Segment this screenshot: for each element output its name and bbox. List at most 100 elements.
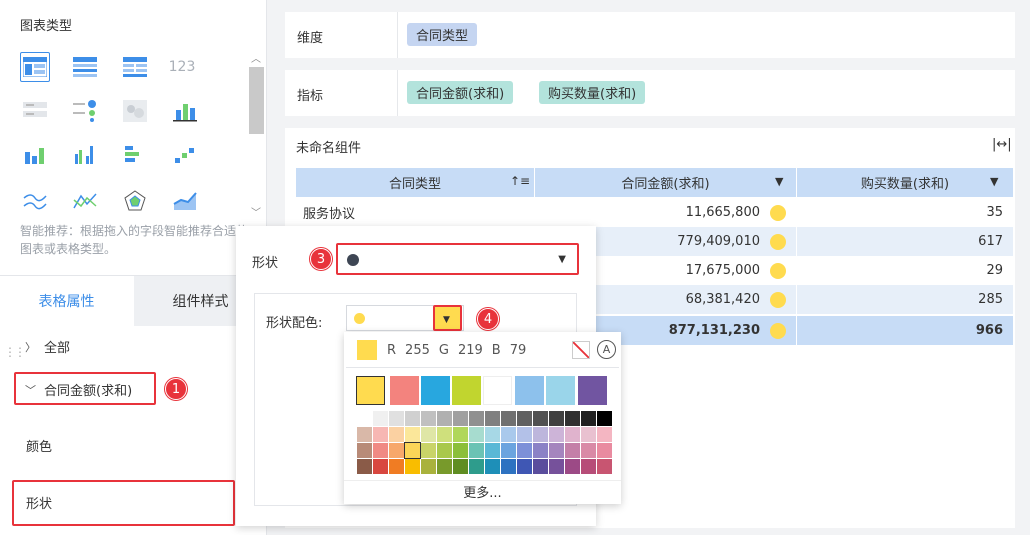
palette-cell[interactable] — [565, 443, 580, 458]
palette-cell[interactable] — [501, 427, 516, 442]
palette-cell[interactable] — [469, 411, 484, 426]
swatch-sky[interactable] — [546, 376, 575, 405]
palette-cell[interactable] — [533, 443, 548, 458]
palette-cell[interactable] — [565, 427, 580, 442]
palette-cell[interactable] — [485, 411, 500, 426]
radar-chart-icon[interactable] — [120, 186, 150, 216]
palette-cell[interactable] — [597, 459, 612, 474]
palette-cell[interactable] — [485, 459, 500, 474]
multi-line-icon[interactable] — [70, 186, 100, 216]
palette-cell[interactable] — [533, 411, 548, 426]
palette-cell[interactable] — [437, 459, 452, 474]
palette-cell[interactable] — [373, 459, 388, 474]
color-palette-grid[interactable] — [357, 411, 613, 474]
palette-cell[interactable] — [405, 411, 420, 426]
palette-cell[interactable] — [389, 459, 404, 474]
palette-cell[interactable] — [565, 411, 580, 426]
swatch-purple[interactable] — [578, 376, 607, 405]
drag-handle-icon[interactable]: ⋮⋮ — [4, 345, 26, 359]
detail-table-icon[interactable] — [120, 52, 150, 82]
grouped-table-icon[interactable] — [70, 52, 100, 82]
tree-item-all[interactable]: 〉 全部 — [25, 337, 70, 357]
palette-cell[interactable] — [453, 459, 468, 474]
blue-value-input[interactable]: 79 — [507, 343, 530, 358]
palette-cell[interactable] — [373, 411, 388, 426]
dropdown-arrow-icon[interactable]: ▼ — [775, 175, 783, 188]
palette-cell[interactable] — [453, 443, 468, 458]
palette-cell[interactable] — [421, 411, 436, 426]
palette-cell[interactable] — [501, 459, 516, 474]
palette-cell[interactable] — [549, 459, 564, 474]
auto-color-icon[interactable]: A — [597, 340, 616, 359]
swatch-light-blue[interactable] — [515, 376, 544, 405]
indicator-pill-quantity[interactable]: 购买数量(求和) — [539, 81, 646, 104]
swatch-white[interactable] — [483, 376, 512, 405]
palette-cell[interactable] — [501, 411, 516, 426]
scroll-down-icon[interactable]: ﹀ — [251, 204, 261, 219]
palette-cell[interactable] — [373, 443, 388, 458]
stacked-horizontal-icon[interactable] — [120, 140, 150, 170]
heatmap-icon[interactable] — [120, 96, 150, 126]
palette-cell[interactable] — [437, 427, 452, 442]
palette-cell[interactable] — [565, 459, 580, 474]
stacked-bar-icon[interactable] — [170, 96, 200, 126]
palette-cell[interactable] — [357, 443, 372, 458]
grouped-column-icon[interactable] — [70, 140, 100, 170]
palette-cell[interactable] — [405, 427, 420, 442]
palette-cell[interactable] — [501, 443, 516, 458]
palette-cell[interactable] — [421, 443, 436, 458]
palette-cell[interactable] — [581, 443, 596, 458]
palette-cell[interactable] — [581, 459, 596, 474]
swatch-yellow[interactable] — [356, 376, 385, 405]
dot-list-icon[interactable] — [70, 96, 100, 126]
green-value-input[interactable]: 219 — [455, 343, 486, 358]
palette-cell[interactable] — [405, 459, 420, 474]
indicator-pill-amount[interactable]: 合同金额(求和) — [407, 81, 514, 104]
scroll-up-icon[interactable]: ︿ — [251, 50, 261, 65]
palette-cell[interactable] — [389, 427, 404, 442]
palette-cell[interactable] — [597, 443, 612, 458]
palette-cell[interactable] — [597, 411, 612, 426]
palette-cell[interactable] — [581, 427, 596, 442]
palette-cell[interactable] — [517, 459, 532, 474]
swatch-salmon[interactable] — [390, 376, 419, 405]
table-chart-icon[interactable] — [20, 52, 50, 82]
palette-cell[interactable] — [533, 427, 548, 442]
palette-cell[interactable] — [517, 411, 532, 426]
palette-cell[interactable] — [389, 443, 404, 458]
palette-cell[interactable] — [533, 459, 548, 474]
color-setting-row[interactable]: 颜色 — [12, 423, 237, 468]
palette-cell[interactable] — [549, 443, 564, 458]
swatch-lime[interactable] — [452, 376, 481, 405]
palette-cell[interactable] — [469, 427, 484, 442]
palette-cell[interactable] — [357, 459, 372, 474]
palette-cell[interactable] — [453, 411, 468, 426]
palette-cell[interactable] — [597, 427, 612, 442]
no-color-icon[interactable] — [572, 341, 590, 359]
palette-cell[interactable] — [517, 427, 532, 442]
more-colors-button[interactable]: 更多... — [344, 480, 621, 502]
palette-cell[interactable] — [357, 411, 372, 426]
expand-width-icon[interactable]: |↔| — [992, 137, 1012, 152]
dimension-pill[interactable]: 合同类型 — [407, 23, 478, 46]
palette-cell[interactable] — [453, 427, 468, 442]
palette-cell[interactable] — [581, 411, 596, 426]
palette-cell[interactable] — [373, 427, 388, 442]
palette-cell[interactable] — [549, 411, 564, 426]
palette-cell[interactable] — [357, 427, 372, 442]
palette-cell[interactable] — [485, 427, 500, 442]
red-value-input[interactable]: 255 — [402, 343, 433, 358]
palette-cell[interactable] — [389, 411, 404, 426]
area-chart-icon[interactable] — [170, 186, 200, 216]
line-chart-icon[interactable] — [20, 186, 50, 216]
palette-cell[interactable] — [485, 443, 500, 458]
sort-icon[interactable]: ↑≡ — [510, 174, 530, 188]
palette-cell[interactable] — [404, 442, 421, 459]
col-header-amount[interactable]: 合同金额(求和) — [535, 168, 797, 197]
palette-cell[interactable] — [437, 411, 452, 426]
text-card-icon[interactable] — [20, 96, 50, 126]
palette-cell[interactable] — [437, 443, 452, 458]
palette-cell[interactable] — [469, 459, 484, 474]
palette-cell[interactable] — [517, 443, 532, 458]
palette-cell[interactable] — [549, 427, 564, 442]
